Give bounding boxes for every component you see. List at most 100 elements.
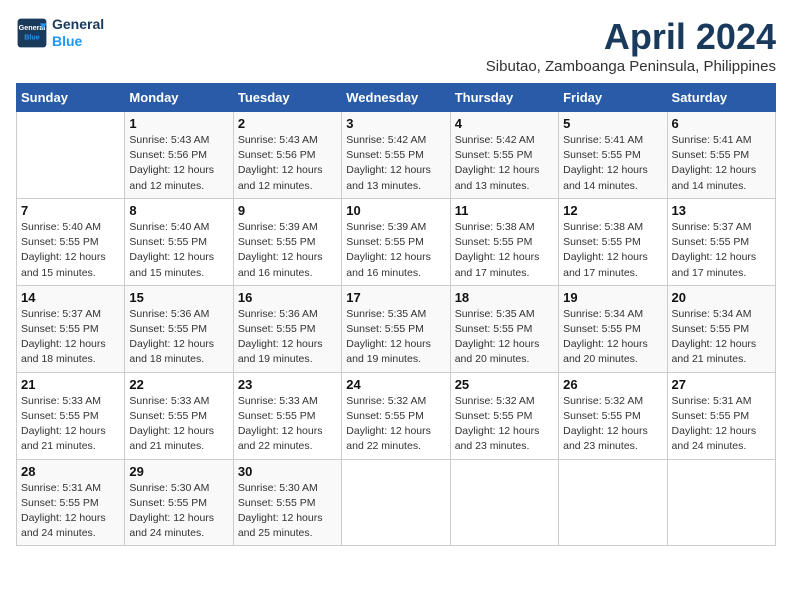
calendar-cell: 30 Sunrise: 5:30 AM Sunset: 5:55 PM Dayli… xyxy=(233,459,341,546)
calendar-cell: 13 Sunrise: 5:37 AM Sunset: 5:55 PM Dayli… xyxy=(667,198,775,285)
day-number: 28 xyxy=(21,464,120,479)
calendar-cell: 12 Sunrise: 5:38 AM Sunset: 5:55 PM Dayli… xyxy=(559,198,667,285)
day-number: 11 xyxy=(455,203,554,218)
day-info: Sunrise: 5:41 AM Sunset: 5:55 PM Dayligh… xyxy=(672,133,771,194)
logo: General Blue General Blue xyxy=(16,16,104,50)
calendar-table: SundayMondayTuesdayWednesdayThursdayFrid… xyxy=(16,83,776,546)
main-title: April 2024 xyxy=(486,16,776,58)
calendar-cell: 2 Sunrise: 5:43 AM Sunset: 5:56 PM Daylig… xyxy=(233,112,341,199)
day-info: Sunrise: 5:34 AM Sunset: 5:55 PM Dayligh… xyxy=(672,307,771,368)
calendar-week-1: 1 Sunrise: 5:43 AM Sunset: 5:56 PM Daylig… xyxy=(17,112,776,199)
logo-text: General Blue xyxy=(52,16,104,50)
day-number: 23 xyxy=(238,377,337,392)
day-info: Sunrise: 5:40 AM Sunset: 5:55 PM Dayligh… xyxy=(129,220,228,281)
day-info: Sunrise: 5:38 AM Sunset: 5:55 PM Dayligh… xyxy=(455,220,554,281)
title-block: April 2024 Sibutao, Zamboanga Peninsula,… xyxy=(486,16,776,75)
day-number: 1 xyxy=(129,116,228,131)
day-info: Sunrise: 5:32 AM Sunset: 5:55 PM Dayligh… xyxy=(563,394,662,455)
day-info: Sunrise: 5:38 AM Sunset: 5:55 PM Dayligh… xyxy=(563,220,662,281)
calendar-cell: 1 Sunrise: 5:43 AM Sunset: 5:56 PM Daylig… xyxy=(125,112,233,199)
calendar-cell xyxy=(342,459,450,546)
calendar-header-sunday: Sunday xyxy=(17,84,125,112)
day-info: Sunrise: 5:43 AM Sunset: 5:56 PM Dayligh… xyxy=(238,133,337,194)
calendar-cell: 17Sunrise: 5:35 AM Sunset: 5:55 PM Dayli… xyxy=(342,285,450,372)
calendar-week-5: 28 Sunrise: 5:31 AM Sunset: 5:55 PM Dayli… xyxy=(17,459,776,546)
day-number: 2 xyxy=(238,116,337,131)
logo-icon: General Blue xyxy=(16,17,48,49)
day-info: Sunrise: 5:30 AM Sunset: 5:55 PM Dayligh… xyxy=(238,481,337,542)
day-number: 21 xyxy=(21,377,120,392)
day-number: 20 xyxy=(672,290,771,305)
calendar-cell: 14 Sunrise: 5:37 AM Sunset: 5:55 PM Dayli… xyxy=(17,285,125,372)
page-header: General Blue General Blue April 2024 Sib… xyxy=(16,16,776,75)
calendar-header-wednesday: Wednesday xyxy=(342,84,450,112)
subtitle: Sibutao, Zamboanga Peninsula, Philippine… xyxy=(486,58,776,75)
day-info: Sunrise: 5:39 AM Sunset: 5:55 PM Dayligh… xyxy=(238,220,337,281)
calendar-cell: 5 Sunrise: 5:41 AM Sunset: 5:55 PM Daylig… xyxy=(559,112,667,199)
day-info: Sunrise: 5:36 AM Sunset: 5:55 PM Dayligh… xyxy=(238,307,337,368)
calendar-cell: 29 Sunrise: 5:30 AM Sunset: 5:55 PM Dayli… xyxy=(125,459,233,546)
day-info: Sunrise: 5:37 AM Sunset: 5:55 PM Dayligh… xyxy=(672,220,771,281)
day-number: 29 xyxy=(129,464,228,479)
day-number: 19 xyxy=(563,290,662,305)
day-info: Sunrise: 5:42 AM Sunset: 5:55 PM Dayligh… xyxy=(455,133,554,194)
day-info: Sunrise: 5:40 AM Sunset: 5:55 PM Dayligh… xyxy=(21,220,120,281)
day-number: 10 xyxy=(346,203,445,218)
day-number: 6 xyxy=(672,116,771,131)
calendar-cell: 25 Sunrise: 5:32 AM Sunset: 5:55 PM Dayli… xyxy=(450,372,558,459)
day-number: 14 xyxy=(21,290,120,305)
calendar-cell: 6 Sunrise: 5:41 AM Sunset: 5:55 PM Daylig… xyxy=(667,112,775,199)
day-number: 5 xyxy=(563,116,662,131)
day-info: Sunrise: 5:39 AM Sunset: 5:55 PM Dayligh… xyxy=(346,220,445,281)
day-number: 7 xyxy=(21,203,120,218)
calendar-cell: 28 Sunrise: 5:31 AM Sunset: 5:55 PM Dayli… xyxy=(17,459,125,546)
day-info: Sunrise: 5:32 AM Sunset: 5:55 PM Dayligh… xyxy=(455,394,554,455)
calendar-cell: 23Sunrise: 5:33 AM Sunset: 5:55 PM Dayli… xyxy=(233,372,341,459)
day-info: Sunrise: 5:37 AM Sunset: 5:55 PM Dayligh… xyxy=(21,307,120,368)
calendar-header-thursday: Thursday xyxy=(450,84,558,112)
calendar-cell: 26 Sunrise: 5:32 AM Sunset: 5:55 PM Dayli… xyxy=(559,372,667,459)
calendar-week-2: 7 Sunrise: 5:40 AM Sunset: 5:55 PM Daylig… xyxy=(17,198,776,285)
day-info: Sunrise: 5:31 AM Sunset: 5:55 PM Dayligh… xyxy=(672,394,771,455)
day-number: 24 xyxy=(346,377,445,392)
day-info: Sunrise: 5:34 AM Sunset: 5:55 PM Dayligh… xyxy=(563,307,662,368)
day-number: 17 xyxy=(346,290,445,305)
calendar-cell: 20 Sunrise: 5:34 AM Sunset: 5:55 PM Dayli… xyxy=(667,285,775,372)
day-info: Sunrise: 5:43 AM Sunset: 5:56 PM Dayligh… xyxy=(129,133,228,194)
calendar-header-tuesday: Tuesday xyxy=(233,84,341,112)
day-number: 8 xyxy=(129,203,228,218)
calendar-cell: 8 Sunrise: 5:40 AM Sunset: 5:55 PM Daylig… xyxy=(125,198,233,285)
calendar-cell: 10 Sunrise: 5:39 AM Sunset: 5:55 PM Dayli… xyxy=(342,198,450,285)
day-number: 16 xyxy=(238,290,337,305)
calendar-cell xyxy=(667,459,775,546)
day-number: 4 xyxy=(455,116,554,131)
day-info: Sunrise: 5:42 AM Sunset: 5:55 PM Dayligh… xyxy=(346,133,445,194)
day-info: Sunrise: 5:36 AM Sunset: 5:55 PM Dayligh… xyxy=(129,307,228,368)
calendar-cell: 27 Sunrise: 5:31 AM Sunset: 5:55 PM Dayli… xyxy=(667,372,775,459)
day-number: 13 xyxy=(672,203,771,218)
day-number: 3 xyxy=(346,116,445,131)
calendar-header-friday: Friday xyxy=(559,84,667,112)
day-info: Sunrise: 5:33 AM Sunset: 5:55 PM Dayligh… xyxy=(21,394,120,455)
calendar-cell: 24Sunrise: 5:32 AM Sunset: 5:55 PM Dayli… xyxy=(342,372,450,459)
calendar-cell: 7 Sunrise: 5:40 AM Sunset: 5:55 PM Daylig… xyxy=(17,198,125,285)
day-number: 27 xyxy=(672,377,771,392)
calendar-cell: 11 Sunrise: 5:38 AM Sunset: 5:55 PM Dayli… xyxy=(450,198,558,285)
day-info: Sunrise: 5:41 AM Sunset: 5:55 PM Dayligh… xyxy=(563,133,662,194)
calendar-header-row: SundayMondayTuesdayWednesdayThursdayFrid… xyxy=(17,84,776,112)
calendar-week-4: 21 Sunrise: 5:33 AM Sunset: 5:55 PM Dayli… xyxy=(17,372,776,459)
calendar-header-saturday: Saturday xyxy=(667,84,775,112)
day-info: Sunrise: 5:31 AM Sunset: 5:55 PM Dayligh… xyxy=(21,481,120,542)
calendar-cell xyxy=(17,112,125,199)
calendar-cell: 19 Sunrise: 5:34 AM Sunset: 5:55 PM Dayli… xyxy=(559,285,667,372)
calendar-cell: 22Sunrise: 5:33 AM Sunset: 5:55 PM Dayli… xyxy=(125,372,233,459)
day-number: 25 xyxy=(455,377,554,392)
day-number: 9 xyxy=(238,203,337,218)
calendar-cell: 15Sunrise: 5:36 AM Sunset: 5:55 PM Dayli… xyxy=(125,285,233,372)
calendar-cell xyxy=(450,459,558,546)
day-info: Sunrise: 5:30 AM Sunset: 5:55 PM Dayligh… xyxy=(129,481,228,542)
day-number: 26 xyxy=(563,377,662,392)
day-number: 18 xyxy=(455,290,554,305)
day-number: 30 xyxy=(238,464,337,479)
day-number: 12 xyxy=(563,203,662,218)
